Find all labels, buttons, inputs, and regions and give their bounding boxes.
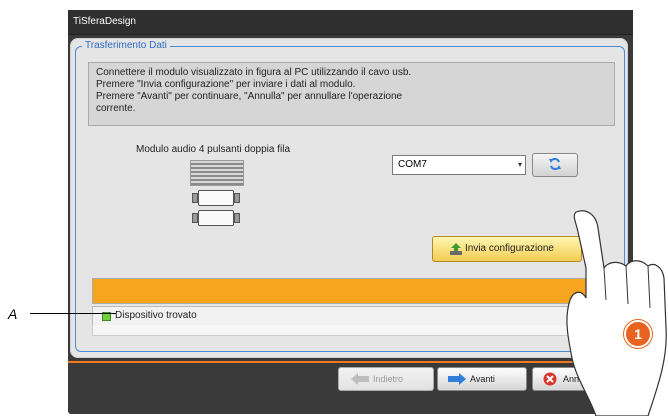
main-panel: Trasferimento Dati Connettere il modulo … (70, 38, 628, 358)
title-bar: TiSferaDesign (68, 10, 633, 35)
window-title: TiSferaDesign (73, 16, 136, 27)
app-window: TiSferaDesign Trasferimento Dati Connett… (68, 10, 633, 414)
back-button[interactable]: Indietro (338, 367, 434, 391)
callout-line (30, 313, 116, 314)
send-configuration-label: Invia configurazione (465, 243, 554, 254)
port-select-value: COM7 (398, 159, 427, 170)
status-bar-secondary (92, 325, 616, 336)
module-button-row (190, 208, 242, 228)
module-push-button (198, 210, 234, 226)
module-image (188, 160, 244, 232)
instructions-box: Connettere il modulo visualizzato in fig… (88, 62, 615, 126)
chevron-down-icon[interactable]: ▾ (518, 160, 522, 169)
refresh-icon (549, 158, 561, 170)
speaker-grille (190, 160, 244, 186)
instruction-line: corrente. (96, 103, 136, 114)
instruction-line: Connettere il modulo visualizzato in fig… (96, 67, 412, 78)
module-label: Modulo audio 4 pulsanti doppia fila (136, 144, 290, 155)
callout-label: A (8, 306, 18, 322)
status-bar: Dispositivo trovato (92, 306, 616, 326)
port-select[interactable]: COM7 ▾ (392, 155, 526, 175)
transfer-progress-bar (92, 278, 616, 304)
module-led (234, 213, 240, 223)
next-button[interactable]: Avanti (437, 367, 527, 391)
instruction-line: Premere "Avanti" per continuare, "Annull… (96, 91, 403, 102)
pointing-hand-icon (566, 210, 667, 416)
next-button-label: Avanti (470, 374, 495, 384)
step-number-badge: 1 (624, 320, 652, 348)
progress-fill (93, 279, 615, 303)
module-button-row (190, 188, 242, 208)
arrow-left-icon (351, 373, 369, 385)
footer-divider (68, 361, 633, 363)
module-push-button (198, 190, 234, 206)
frame-legend: Trasferimento Dati (82, 40, 170, 51)
close-icon (543, 372, 557, 386)
module-led (234, 193, 240, 203)
arrow-right-icon (448, 373, 466, 385)
status-text: Dispositivo trovato (115, 310, 197, 321)
refresh-button[interactable] (532, 153, 578, 177)
back-button-label: Indietro (373, 374, 404, 384)
upload-arrow-icon (450, 243, 462, 255)
instruction-line: Premere "Invia configurazione" per invia… (96, 79, 356, 90)
